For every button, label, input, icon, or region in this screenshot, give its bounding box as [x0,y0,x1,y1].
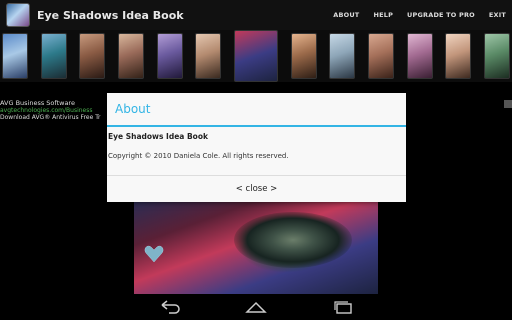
menu-about[interactable]: ABOUT [333,11,359,19]
thumbnail[interactable] [79,33,106,79]
ad-banner[interactable]: AVG Business Software avgtechnologies.co… [0,100,112,128]
thumbnail-selected[interactable] [233,30,278,82]
back-icon [161,300,180,314]
ad-title: AVG Business Software [0,100,75,107]
thumbnail[interactable] [406,33,433,79]
dialog-header: About [107,93,406,127]
thumbnail[interactable] [483,33,510,79]
thumbnail[interactable] [156,33,183,79]
home-icon [245,301,267,313]
dialog-body: Eye Shadows Idea Book Copyright © 2010 D… [107,132,406,160]
app-icon [6,3,30,27]
action-bar: Eye Shadows Idea Book ABOUT HELP UPGRADE… [0,0,512,30]
navigation-bar [0,294,512,320]
eye-image [234,212,352,268]
ad-badge[interactable] [504,100,512,108]
dialog-copyright: Copyright © 2010 Daniela Cole. All right… [108,152,289,160]
thumbnail-gallery[interactable] [0,30,512,82]
thumbnail[interactable] [40,33,67,79]
dialog-app-name: Eye Shadows Idea Book [108,132,208,141]
about-dialog: About Eye Shadows Idea Book Copyright © … [107,93,406,202]
menu: ABOUT HELP UPGRADE TO PRO EXIT [319,11,506,19]
thumbnail[interactable] [195,33,222,79]
main-photo [134,200,378,294]
menu-exit[interactable]: EXIT [489,11,506,19]
ad-description: Download AVG® Antivirus Free Tr [0,114,101,121]
thumbnail[interactable] [329,33,356,79]
dialog-title: About [115,102,151,116]
menu-help[interactable]: HELP [373,11,393,19]
thumbnail[interactable] [290,33,317,79]
thumbnail[interactable] [445,33,472,79]
thumbnail[interactable] [367,33,394,79]
ad-url: avgtechnologies.com/Business [0,107,93,114]
back-button[interactable] [157,297,183,317]
thumbnail[interactable] [117,33,144,79]
app-title: Eye Shadows Idea Book [37,8,184,22]
menu-upgrade-to-pro[interactable]: UPGRADE TO PRO [407,11,475,19]
recent-apps-icon [334,301,352,314]
close-button[interactable]: < close > [107,175,406,202]
thumbnail[interactable] [2,33,28,79]
home-button[interactable] [243,297,269,317]
heart-decoration [144,245,164,263]
recent-apps-button[interactable] [330,297,356,317]
